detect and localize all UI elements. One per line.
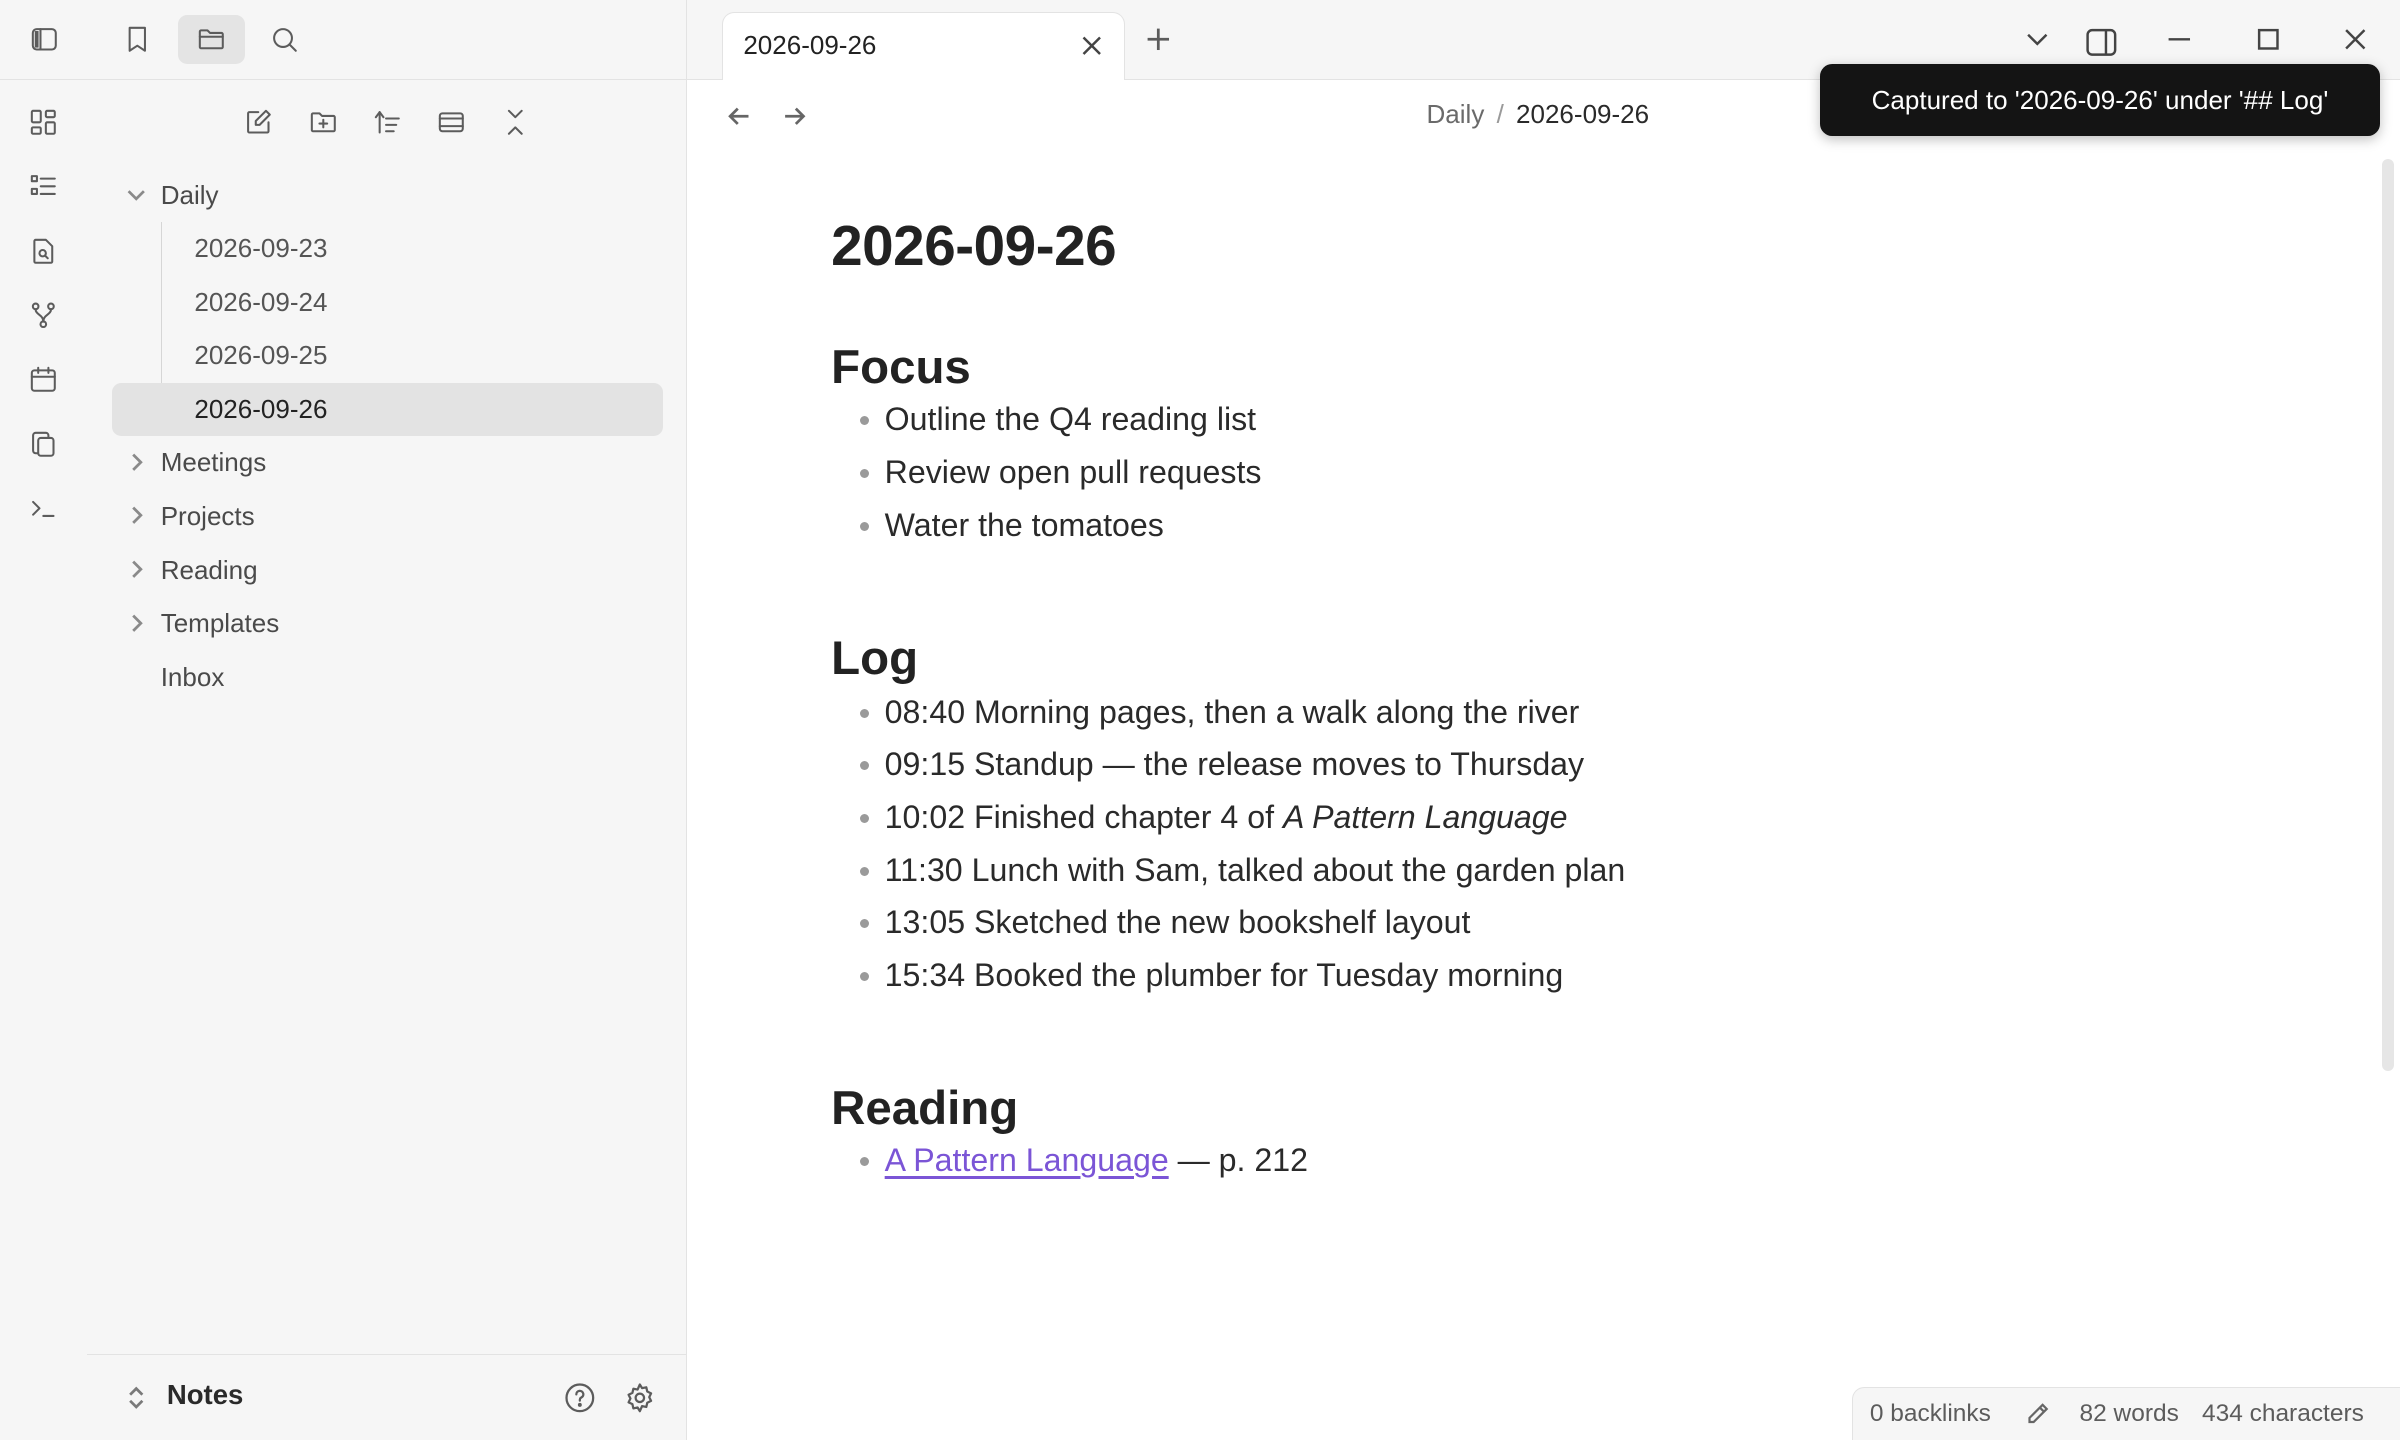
new-folder-icon[interactable] [305,104,342,141]
internal-link-a-pattern-language[interactable]: A Pattern Language [885,1142,1169,1178]
folder-projects[interactable]: Projects [112,490,664,544]
folder-meetings[interactable]: Meetings [112,436,664,490]
file-2026-09-23[interactable]: 2026-09-23 [112,222,664,276]
folder-reading[interactable]: Reading [112,543,664,597]
breadcrumb: Daily / 2026-09-26 [1427,99,1650,130]
folder-templates[interactable]: Templates [112,597,664,651]
list-item-text: 10:02 Finished chapter 4 of [884,798,1283,835]
list-item: 13:05 Sketched the new bookshelf layout [831,896,1625,949]
bookmark-icon[interactable] [104,15,171,64]
tree-item-label: 2026-09-24 [194,286,328,317]
tab-list-chevron-down-icon[interactable] [2022,24,2053,55]
graph-view-icon[interactable] [26,298,60,332]
search-icon[interactable] [251,15,318,64]
folder-daily[interactable]: Daily [112,168,664,222]
tab-2026-09-26[interactable]: 2026-09-26 [722,12,1125,80]
new-tab-plus-icon[interactable] [1143,24,1174,55]
list-item-text: — p. 212 [1168,1142,1308,1179]
chevron-right-icon[interactable] [124,503,148,527]
auto-reveal-icon[interactable] [433,104,470,141]
terminal-icon[interactable] [26,491,60,525]
tree-item-label: Meetings [160,447,267,478]
chevron-down-icon[interactable] [124,182,148,206]
tree-item-label: Templates [160,608,280,639]
backlinks-count[interactable]: 0 backlinks [1870,1400,1991,1428]
file-explorer-actions [240,104,534,141]
notice-toast[interactable]: Captured to '2026-09-26' under '## Log' [1819,64,2381,137]
heading-reading: Reading [831,1081,1019,1135]
list-item: Review open pull requests [831,446,1261,499]
list-icon[interactable] [26,170,60,204]
tree-item-label: Daily [160,179,219,210]
list-item: 10:02 Finished chapter 4 of A Pattern La… [831,791,1625,844]
focus-list: Outline the Q4 reading list Review open … [831,393,1261,551]
collapse-all-icon[interactable] [497,104,534,141]
heading-log: Log [831,631,919,685]
vault-switcher: Notes [87,1353,686,1440]
sidebar-toggle-icon[interactable] [11,15,78,64]
sidebar-header [0,0,688,80]
list-item: Water the tomatoes [831,499,1261,552]
book-title-italic: A Pattern Language [1282,798,1568,835]
file-explorer-folder-icon[interactable] [177,15,245,65]
file-inbox[interactable]: Inbox [112,650,664,704]
tree-item-label: 2026-09-26 [194,393,328,424]
tree-item-label: Reading [160,554,258,585]
right-sidebar-toggle-icon[interactable] [2083,24,2120,61]
dashboard-grid-icon[interactable] [26,106,60,140]
tree-item-label: 2026-09-23 [194,233,328,264]
minimize-icon[interactable] [2164,24,2195,55]
tree-item-label: Inbox [160,661,225,692]
list-item: Outline the Q4 reading list [831,393,1261,446]
heading-focus: Focus [831,340,971,394]
list-item: 08:40 Morning pages, then a walk along t… [831,686,1625,739]
scrollbar[interactable] [2381,159,2394,1072]
tree-item-label: 2026-09-25 [194,340,328,371]
list-item: 15:34 Booked the plumber for Tuesday mor… [831,949,1625,1002]
list-item: 09:15 Standup — the release moves to Thu… [831,738,1625,791]
file-explorer: Daily 2026-09-23 2026-09-24 2026-09-25 2… [87,79,688,1440]
note-title: 2026-09-26 [831,215,1117,279]
file-2026-09-24[interactable]: 2026-09-24 [112,275,664,329]
gear-icon[interactable] [623,1381,657,1415]
list-item: 11:30 Lunch with Sam, talked about the g… [831,844,1625,897]
maximize-icon[interactable] [2253,24,2284,55]
chevron-right-icon[interactable] [124,557,148,581]
app-window: Daily 2026-09-23 2026-09-24 2026-09-25 2… [0,0,2400,1440]
file-search-icon[interactable] [26,234,60,268]
file-2026-09-26[interactable]: 2026-09-26 [111,382,664,437]
close-tab-icon[interactable] [1078,32,1106,60]
pencil-edit-icon[interactable] [2024,1400,2052,1428]
file-2026-09-25[interactable]: 2026-09-25 [112,329,664,383]
ribbon [0,79,89,1440]
file-tree: Daily 2026-09-23 2026-09-24 2026-09-25 2… [111,168,664,704]
log-list: 08:40 Morning pages, then a walk along t… [831,686,1625,1002]
close-window-icon[interactable] [2340,24,2371,55]
back-arrow-icon[interactable] [724,101,755,132]
sort-order-icon[interactable] [369,104,406,141]
breadcrumb-current[interactable]: 2026-09-26 [1516,99,1649,129]
tree-item-label: Projects [160,501,255,531]
vault-name[interactable]: Notes [167,1379,244,1411]
reading-list: A Pattern Language — p. 212 [831,1134,1308,1187]
editor-pane: 2026-09-26 Focus Outline the Q4 reading … [687,153,2381,1440]
character-count: 434 characters [2201,1399,2364,1427]
chevron-right-icon[interactable] [124,450,148,474]
help-icon[interactable] [563,1381,597,1415]
word-count: 82 words [2079,1399,2179,1427]
chevron-up-down-icon[interactable] [124,1384,148,1412]
breadcrumb-folder[interactable]: Daily [1427,99,1485,129]
chevron-right-icon[interactable] [124,611,148,635]
breadcrumb-separator: / [1496,99,1504,130]
forward-arrow-icon[interactable] [779,101,810,132]
list-item: A Pattern Language — p. 212 [831,1134,1308,1187]
new-note-icon[interactable] [240,104,277,141]
calendar-icon[interactable] [26,363,60,397]
status-bar: 0 backlinks 82 words 434 characters [1852,1386,2400,1440]
copy-files-icon[interactable] [26,427,60,461]
tab-title: 2026-09-26 [743,30,877,61]
